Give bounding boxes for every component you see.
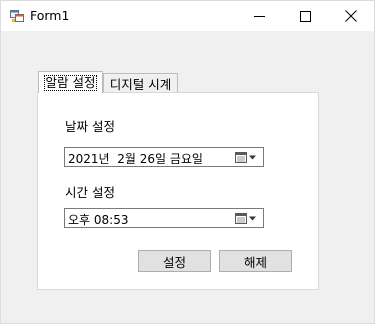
time-picker[interactable]: 오후 08:53 (64, 208, 264, 228)
maximize-icon (299, 10, 311, 22)
calendar-dropdown-icon[interactable] (234, 151, 260, 164)
minimize-icon (253, 15, 265, 17)
winforms-app-icon (10, 10, 24, 22)
window-title: Form1 (30, 8, 70, 23)
time-picker-value: 오후 08:53 (68, 213, 129, 227)
minimize-button[interactable] (236, 1, 282, 31)
time-setting-label: 시간 설정 (65, 185, 115, 200)
clear-alarm-button[interactable]: 해제 (219, 250, 292, 272)
alarm-settings-panel: 날짜 설정 2021년 2월 26일 금요일 시간 설정 오후 08:53 설정… (37, 92, 319, 290)
close-button[interactable] (328, 1, 374, 31)
tab-digital-clock[interactable]: 디지털 시계 (103, 73, 178, 93)
date-picker-value: 2021년 2월 26일 금요일 (68, 152, 203, 166)
maximize-button[interactable] (282, 1, 328, 31)
tab-alarm-settings[interactable]: 알람 설정 (38, 71, 103, 93)
title-bar[interactable]: Form1 (1, 1, 374, 31)
tab-label: 알람 설정 (43, 74, 98, 91)
calendar-dropdown-icon[interactable] (234, 212, 260, 225)
date-setting-label: 날짜 설정 (65, 119, 115, 134)
date-picker[interactable]: 2021년 2월 26일 금요일 (64, 147, 264, 167)
main-window: Form1 알람 설정 디지털 시계 날짜 설정 2021년 2월 26일 금요… (0, 0, 375, 324)
close-icon (345, 10, 357, 22)
tab-label: 디지털 시계 (109, 77, 172, 92)
set-alarm-button[interactable]: 설정 (138, 250, 211, 272)
